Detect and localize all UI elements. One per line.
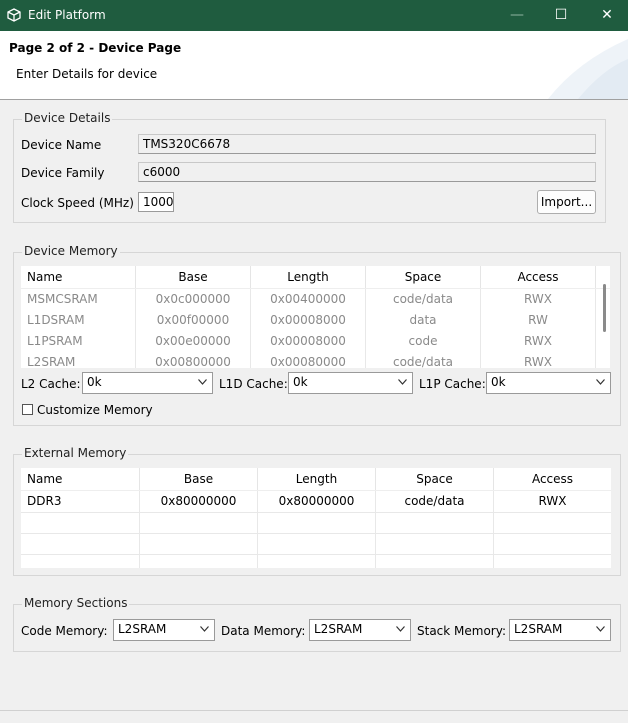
stack-memory-label: Stack Memory: [417,624,507,638]
device-family-label: Device Family [21,166,105,180]
button-bar-divider [0,710,628,723]
l1d-cache-select[interactable]: 0k [288,372,413,394]
device-family-field[interactable]: c6000 [138,162,596,182]
customize-memory-label[interactable]: Customize Memory [37,403,153,417]
chevron-down-icon [596,626,605,632]
device-memory-header: Name Base Length Space Access [21,266,610,289]
l1p-cache-value: 0k [491,375,506,389]
external-memory-label: External Memory [22,446,129,460]
l2-cache-select[interactable]: 0k [82,372,213,394]
column-header-base[interactable]: Base [136,266,251,288]
l1d-cache-value: 0k [293,375,308,389]
window-titlebar: Edit Platform — ☐ ✕ [0,0,628,31]
data-memory-label: Data Memory: [221,624,306,638]
chevron-down-icon [596,379,605,385]
close-button[interactable]: ✕ [584,0,628,31]
column-header-space[interactable]: Space [366,266,481,288]
column-header-base[interactable]: Base [140,468,258,490]
table-row[interactable]: MSMCSRAM 0x0c000000 0x00400000 code/data… [21,289,610,310]
data-memory-value: L2SRAM [314,622,363,636]
table-row[interactable]: DDR3 0x80000000 0x80000000 code/data RWX [21,491,611,513]
table-row[interactable]: L1PSRAM 0x00e00000 0x00008000 code RWX [21,331,610,352]
device-memory-scrollbar[interactable] [603,284,606,332]
wizard-header: Page 2 of 2 - Device Page Enter Details … [0,31,628,100]
column-header-length[interactable]: Length [251,266,366,288]
empty-table-row [21,512,611,534]
maximize-button[interactable]: ☐ [538,0,584,31]
column-header-name[interactable]: Name [21,266,136,288]
page-subtitle: Enter Details for device [16,67,158,81]
page-title: Page 2 of 2 - Device Page [9,41,182,55]
minimize-button[interactable]: — [494,0,540,31]
clock-speed-label: Clock Speed (MHz) [21,196,134,210]
external-memory-header: Name Base Length Space Access [21,468,611,491]
device-memory-table[interactable]: Name Base Length Space Access MSMCSRAM 0… [21,266,610,368]
header-swoosh-graphic [548,39,628,99]
clock-speed-input[interactable]: 1000 [138,192,174,212]
l2-cache-label: L2 Cache: [21,377,81,391]
chevron-down-icon [200,626,209,632]
window-title: Edit Platform [28,8,106,22]
code-memory-select[interactable]: L2SRAM [113,619,215,641]
code-memory-label: Code Memory: [21,624,108,638]
table-row[interactable]: L1DSRAM 0x00f00000 0x00008000 data RW [21,310,610,331]
column-header-name[interactable]: Name [21,468,140,490]
empty-table-row [21,533,611,555]
device-memory-label: Device Memory [22,244,120,258]
table-row[interactable]: L2SRAM 0x00800000 0x00080000 code/data R… [21,352,610,368]
device-name-label: Device Name [21,138,102,152]
chevron-down-icon [398,379,407,385]
import-button[interactable]: Import... [537,190,596,214]
memory-sections-label: Memory Sections [22,596,130,610]
chevron-down-icon [198,379,207,385]
stack-memory-select[interactable]: L2SRAM [509,619,611,641]
empty-table-row [21,554,611,568]
l1d-cache-label: L1D Cache: [219,377,288,391]
app-cube-icon [7,8,21,22]
device-name-field[interactable]: TMS320C6678 [138,134,596,154]
l2-cache-value: 0k [87,375,102,389]
column-header-length[interactable]: Length [258,468,376,490]
stack-memory-value: L2SRAM [514,622,563,636]
device-details-label: Device Details [22,111,113,125]
column-header-access[interactable]: Access [494,468,611,490]
column-header-access[interactable]: Access [481,266,596,288]
data-memory-select[interactable]: L2SRAM [309,619,411,641]
column-header-space[interactable]: Space [376,468,494,490]
customize-memory-checkbox[interactable] [22,404,33,415]
l1p-cache-label: L1P Cache: [419,377,486,391]
external-memory-table[interactable]: Name Base Length Space Access DDR3 0x800… [21,468,611,568]
code-memory-value: L2SRAM [118,622,167,636]
chevron-down-icon [396,626,405,632]
l1p-cache-select[interactable]: 0k [486,372,611,394]
